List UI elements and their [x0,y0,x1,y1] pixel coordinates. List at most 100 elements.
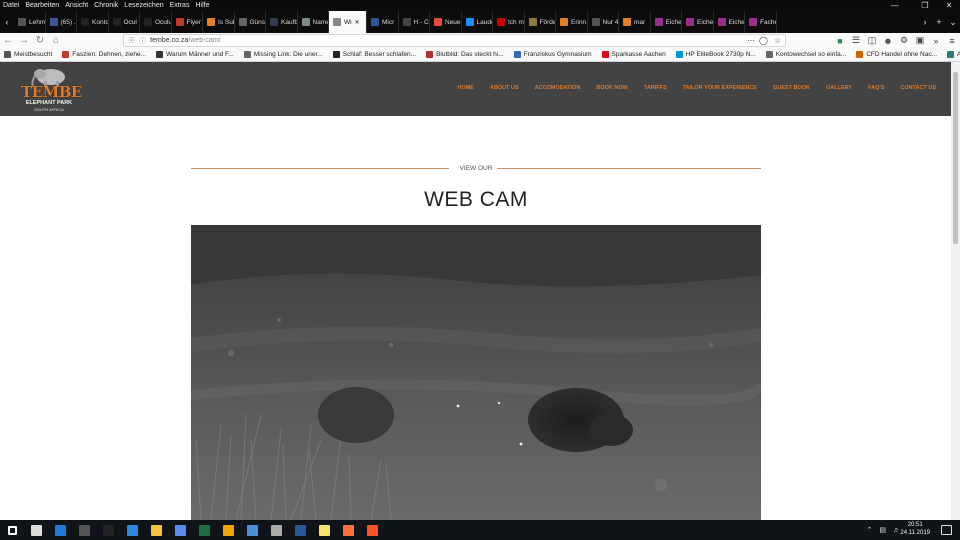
forward-button[interactable]: → [16,33,32,48]
page-actions-icon[interactable]: ⋯ [747,36,755,45]
nav-contact-us[interactable]: CONTACT US [900,85,936,91]
bookmark-item[interactable]: Missing Link: Die uner... [243,51,323,58]
menu-item-hilfe[interactable]: Hilfe [195,0,209,11]
taskbar-explorer-button[interactable] [144,520,168,540]
browser-tab[interactable]: Erinn [556,11,588,33]
menu-item-datei[interactable]: Datei [3,0,19,11]
taskbar-vm-button[interactable] [120,520,144,540]
nav-tailor-your-experience[interactable]: TAILOR YOUR EXPERIENCE [683,85,757,91]
browser-tab[interactable]: Kaufb [266,11,298,33]
browser-tab[interactable]: Eiche [682,11,714,33]
browser-tab[interactable]: Oculu [140,11,172,33]
page-info-icon[interactable]: ⓘ [139,36,146,46]
browser-tab[interactable]: H - CMS [399,11,430,33]
taskbar-word-button[interactable] [288,520,312,540]
bookmark-item[interactable]: HP EliteBook 2730p N... [675,51,756,58]
minimize-button[interactable]: — [882,0,908,11]
taskbar-task-view-button[interactable] [24,520,48,540]
bookmark-item[interactable]: Sparkasse Aachen [601,51,666,58]
bookmark-star-icon[interactable]: ☆ [774,36,781,45]
tab-list-button[interactable]: ⌄ [946,17,960,28]
taskbar-firefox-button[interactable] [336,520,360,540]
browser-tab[interactable]: Micr [367,11,399,33]
url-text[interactable]: tembe.co.za/web-cam/ [150,37,220,44]
scroll-tabs-left-icon[interactable]: ‹ [0,17,14,27]
browser-tab[interactable]: Ich m [493,11,525,33]
browser-tab[interactable]: Name [298,11,329,33]
browser-tab[interactable]: Lehm [14,11,46,33]
nav-accomodation[interactable]: ACCOMODATION [535,85,581,91]
nav-guest-book[interactable]: GUEST BOOK [773,85,810,91]
browser-tab[interactable]: Günst [235,11,266,33]
bookmark-item[interactable]: Franziskus Gymnasium [513,51,592,58]
page-scrollbar-thumb[interactable] [953,72,958,244]
network-tray-icon[interactable]: ▤ [879,526,886,534]
reload-button[interactable]: ↻ [32,33,48,48]
nav-about-us[interactable]: ABOUT US [490,85,519,91]
bookmark-item[interactable]: Schlaf: Besser schlafen... [332,51,416,58]
site-logo[interactable]: TEMBE ELEPHANT PARK SOUTH AFRICA [21,66,82,112]
nav-tariffs[interactable]: TARIFFS [644,85,667,91]
pocket-icon[interactable]: ◯ [759,36,768,45]
taskbar-network-button[interactable] [168,520,192,540]
home-button[interactable]: ⌂ [48,33,64,48]
taskbar-excel-button[interactable] [192,520,216,540]
browser-tab[interactable]: mar [619,11,651,33]
nav-gallery[interactable]: GALLERY [826,85,852,91]
browser-tab[interactable]: Konto [77,11,109,33]
taskbar-start-button[interactable] [0,520,24,540]
bookmark-item[interactable]: CFD Handel ohne Nac... [856,51,937,58]
tray-expand-icon[interactable]: ⌃ [867,526,873,534]
browser-tab[interactable]: Is Sub [203,11,235,33]
extension-icon[interactable]: ■ [832,36,848,46]
bookmark-item[interactable]: Meistbesucht [4,51,52,58]
browser-tab[interactable]: Wi ✕ [329,11,367,33]
container-icon[interactable]: ▣ [912,35,928,46]
taskbar-paint-button[interactable] [264,520,288,540]
nav-faq-s[interactable]: FAQ'S [868,85,884,91]
close-tab-icon[interactable]: ✕ [355,19,360,26]
url-bar[interactable]: ☉ ⓘ tembe.co.za/web-cam/ ⋯ ◯ ☆ [123,34,786,47]
browser-tab[interactable]: Nur 49 EU [588,11,619,33]
menu-item-lesezeichen[interactable]: Lesezeichen [124,0,163,11]
taskbar-brave-button[interactable] [360,520,384,540]
taskbar-folder-button[interactable] [216,520,240,540]
notifications-icon[interactable] [941,525,952,535]
browser-tab[interactable]: Fache [745,11,777,33]
browser-tab[interactable]: (65) ... [46,11,77,33]
taskbar-edge-button[interactable] [48,520,72,540]
taskbar-terminal-button[interactable] [96,520,120,540]
account-icon[interactable]: ☻ [880,36,896,46]
bookmark-item[interactable]: Blutbild: Das steckt hi... [426,51,504,58]
library-icon[interactable]: ☰ [848,35,864,46]
taskbar-remote-button[interactable] [240,520,264,540]
restore-button[interactable]: ❐ [912,0,938,11]
browser-tab[interactable]: Eiche [714,11,745,33]
browser-tab[interactable]: Eiche [651,11,682,33]
back-button[interactable]: ← [0,33,16,48]
scroll-tabs-right-icon[interactable]: › [918,17,932,27]
nav-book-now[interactable]: BOOK NOW [596,85,627,91]
shield-icon[interactable]: ☉ [128,36,135,45]
close-window-button[interactable]: ✕ [936,0,960,11]
menu-item-ansicht[interactable]: Ansicht [65,0,88,11]
taskbar-calculator-button[interactable] [72,520,96,540]
browser-tab[interactable]: Förde [525,11,556,33]
browser-tab[interactable]: Ocul [109,11,140,33]
new-tab-button[interactable]: + [932,17,946,27]
bookmark-item[interactable]: Aktienanleihe des Mo... [947,51,960,58]
browser-tab[interactable]: Flyer [172,11,203,33]
menu-item-bearbeiten[interactable]: Bearbeiten [25,0,59,11]
volume-tray-icon[interactable]: ♬ [893,527,900,534]
browser-tab[interactable]: Laude [462,11,493,33]
addon-icon[interactable]: ⚙ [896,35,912,46]
menu-item-chronik[interactable]: Chronik [94,0,118,11]
menu-item-extras[interactable]: Extras [170,0,190,11]
overflow-menu-icon[interactable]: » [928,36,944,46]
taskbar-sticky-notes-button[interactable] [312,520,336,540]
bookmark-item[interactable]: Faszien: Dehnen, ziehe... [62,51,146,58]
hamburger-menu-icon[interactable]: ≡ [944,36,960,46]
sidebar-icon[interactable]: ◫ [864,35,880,46]
nav-home[interactable]: HOME [457,85,474,91]
taskbar-clock[interactable]: 20:51 24.11.2019 [900,521,930,537]
